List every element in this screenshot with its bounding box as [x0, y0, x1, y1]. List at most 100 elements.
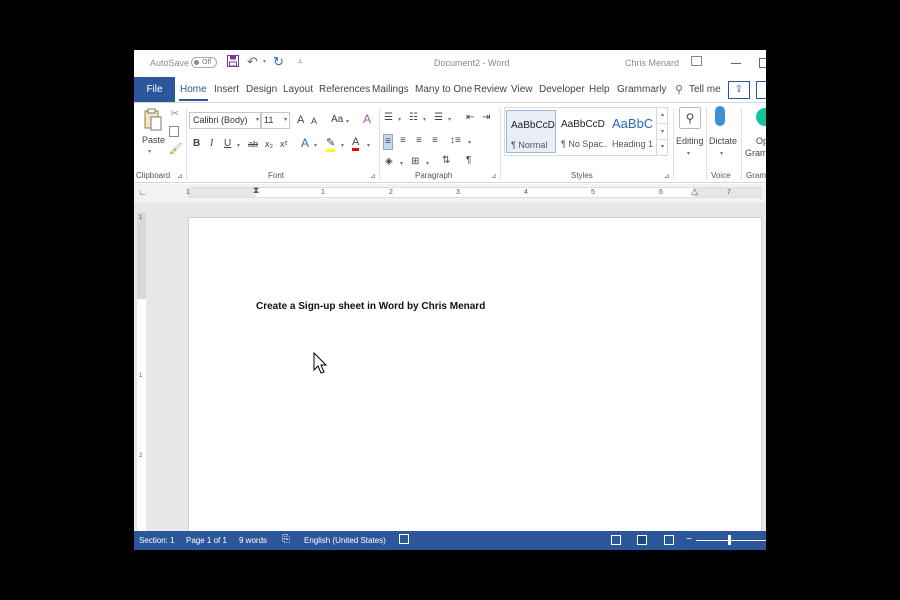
editing-dropdown-icon[interactable]: ▾ — [687, 148, 690, 160]
grammarly-icon[interactable] — [756, 108, 766, 126]
style-heading-1[interactable]: AaBbC Heading 1 — [608, 110, 658, 153]
format-painter-icon[interactable]: 🖌 — [169, 143, 183, 155]
decrease-indent-icon[interactable]: ⇤ — [466, 112, 474, 124]
clipboard-launcher-icon[interactable]: ⊿ — [177, 172, 183, 180]
document-page[interactable]: Create a Sign-up sheet in Word by Chris … — [188, 217, 762, 547]
zoom-out-icon[interactable]: − — [686, 534, 692, 545]
multilevel-list-icon[interactable]: ☰ — [434, 112, 443, 124]
tab-layout[interactable]: Layout — [283, 77, 313, 102]
shrink-font-icon[interactable]: A — [311, 115, 317, 127]
subscript-icon[interactable]: x₂ — [265, 138, 273, 150]
web-layout-icon[interactable] — [664, 535, 674, 545]
multilevel-dropdown-icon[interactable]: ▾ — [448, 114, 451, 126]
text-effects-icon[interactable]: A — [301, 137, 309, 149]
borders-dropdown-icon[interactable]: ▾ — [426, 158, 429, 170]
numbering-icon[interactable]: ☷ — [409, 112, 418, 124]
tab-developer[interactable]: Developer — [539, 77, 585, 102]
page-indicator[interactable]: Page 1 of 1 — [186, 536, 227, 545]
tab-many-to-one[interactable]: Many to One — [415, 77, 472, 102]
bullets-icon[interactable]: ☰ — [384, 112, 393, 124]
editing-button-label[interactable]: Editing — [676, 135, 704, 147]
shading-icon[interactable]: ◈ — [385, 156, 393, 168]
macro-recording-icon[interactable] — [399, 534, 409, 544]
show-formatting-icon[interactable]: ¶ — [466, 155, 471, 167]
underline-icon[interactable]: U — [224, 138, 231, 150]
tab-file[interactable]: File — [134, 77, 175, 102]
dictate-dropdown-icon[interactable]: ▾ — [720, 148, 723, 160]
microphone-icon[interactable] — [715, 106, 725, 126]
paragraph-launcher-icon[interactable]: ⊿ — [491, 172, 497, 180]
language-indicator[interactable]: English (United States) — [304, 536, 386, 545]
customize-toolbar-icon[interactable]: ⩡ — [298, 57, 303, 67]
paste-dropdown-icon[interactable]: ▾ — [148, 146, 151, 158]
share-button[interactable]: ⇪ — [728, 81, 750, 99]
tab-help[interactable]: Help — [589, 77, 610, 102]
horizontal-ruler[interactable]: 1 ⧗ 1 2 3 4 5 6 △ 7 — [186, 186, 762, 198]
dictate-button-label[interactable]: Dictate — [709, 135, 737, 147]
styles-launcher-icon[interactable]: ⊿ — [664, 172, 670, 180]
style-no-spacing[interactable]: AaBbCcDc ¶ No Spac... — [557, 110, 607, 153]
increase-indent-icon[interactable]: ⇥ — [482, 112, 490, 124]
italic-icon[interactable]: I — [210, 138, 213, 150]
grow-font-icon[interactable]: A — [297, 114, 304, 126]
autosave-toggle[interactable]: Off — [191, 57, 217, 68]
tab-review[interactable]: Review — [474, 77, 507, 102]
paste-icon[interactable] — [144, 108, 162, 132]
change-case-icon[interactable]: Aa — [331, 114, 343, 126]
font-name-select[interactable]: Calibri (Body) ▾ — [189, 112, 262, 129]
undo-icon[interactable]: ↶ — [247, 54, 258, 70]
highlight-icon[interactable]: ✎ — [326, 137, 336, 152]
font-color-icon[interactable]: A — [352, 136, 360, 151]
search-icon[interactable]: ⚲ — [679, 107, 701, 129]
numbering-dropdown-icon[interactable]: ▾ — [423, 114, 426, 126]
tab-mailings[interactable]: Mailings — [372, 77, 409, 102]
undo-dropdown-icon[interactable]: ▾ — [263, 58, 266, 65]
more-styles-icon[interactable]: ▾ — [657, 139, 668, 154]
sort-icon[interactable]: ⇅ — [442, 155, 450, 167]
save-icon[interactable] — [227, 55, 239, 69]
font-launcher-icon[interactable]: ⊿ — [370, 172, 376, 180]
right-indent-marker-icon[interactable]: △ — [691, 187, 698, 196]
zoom-slider-thumb[interactable] — [728, 535, 731, 545]
cut-icon[interactable]: ✂ — [170, 108, 179, 120]
document-text[interactable]: Create a Sign-up sheet in Word by Chris … — [256, 301, 485, 312]
styles-gallery-scroll[interactable]: ▴ ▾ ▾ — [656, 107, 668, 156]
line-spacing-icon[interactable]: ↕≡ — [450, 135, 461, 147]
lightbulb-icon[interactable]: ⚲ — [675, 83, 683, 96]
font-color-dropdown-icon[interactable]: ▾ — [367, 140, 370, 152]
underline-dropdown-icon[interactable]: ▾ — [237, 140, 240, 152]
highlight-dropdown-icon[interactable]: ▾ — [341, 140, 344, 152]
bullets-dropdown-icon[interactable]: ▾ — [398, 114, 401, 126]
grammarly-button-label-2[interactable]: Gramm — [745, 147, 766, 159]
line-spacing-dropdown-icon[interactable]: ▾ — [468, 137, 471, 149]
align-left-icon[interactable]: ≡ — [383, 134, 393, 150]
justify-icon[interactable]: ≡ — [432, 135, 438, 147]
zoom-slider[interactable] — [696, 540, 766, 541]
proofing-icon[interactable]: ⎘ — [282, 534, 290, 545]
word-count[interactable]: 9 words — [239, 536, 267, 545]
clear-formatting-icon[interactable]: A — [363, 113, 371, 125]
tab-selector-icon[interactable]: ∟ — [139, 188, 147, 197]
section-indicator[interactable]: Section: 1 — [139, 536, 175, 545]
vertical-ruler[interactable]: 1 1 2 — [137, 213, 146, 533]
redo-icon[interactable]: ↻ — [273, 54, 284, 70]
print-layout-icon[interactable] — [637, 535, 647, 545]
align-center-icon[interactable]: ≡ — [400, 135, 406, 147]
tab-design[interactable]: Design — [246, 77, 277, 102]
borders-icon[interactable]: ⊞ — [411, 156, 419, 168]
indent-marker-icon[interactable]: ⧗ — [253, 186, 259, 195]
user-name[interactable]: Chris Menard — [625, 58, 679, 68]
minimize-icon[interactable] — [731, 63, 741, 64]
superscript-icon[interactable]: x² — [280, 138, 288, 150]
tab-references[interactable]: References — [319, 77, 370, 102]
tab-insert[interactable]: Insert — [214, 77, 239, 102]
chevron-down-icon[interactable]: ▾ — [657, 123, 668, 139]
grammarly-button-label[interactable]: Op — [756, 135, 766, 147]
ribbon-display-options-icon[interactable] — [691, 56, 702, 66]
comments-button[interactable] — [756, 81, 766, 99]
read-mode-icon[interactable] — [611, 535, 621, 545]
change-case-dropdown-icon[interactable]: ▾ — [346, 116, 349, 128]
copy-icon[interactable] — [169, 126, 179, 137]
paste-button-label[interactable]: Paste — [142, 134, 165, 146]
align-right-icon[interactable]: ≡ — [416, 135, 422, 147]
